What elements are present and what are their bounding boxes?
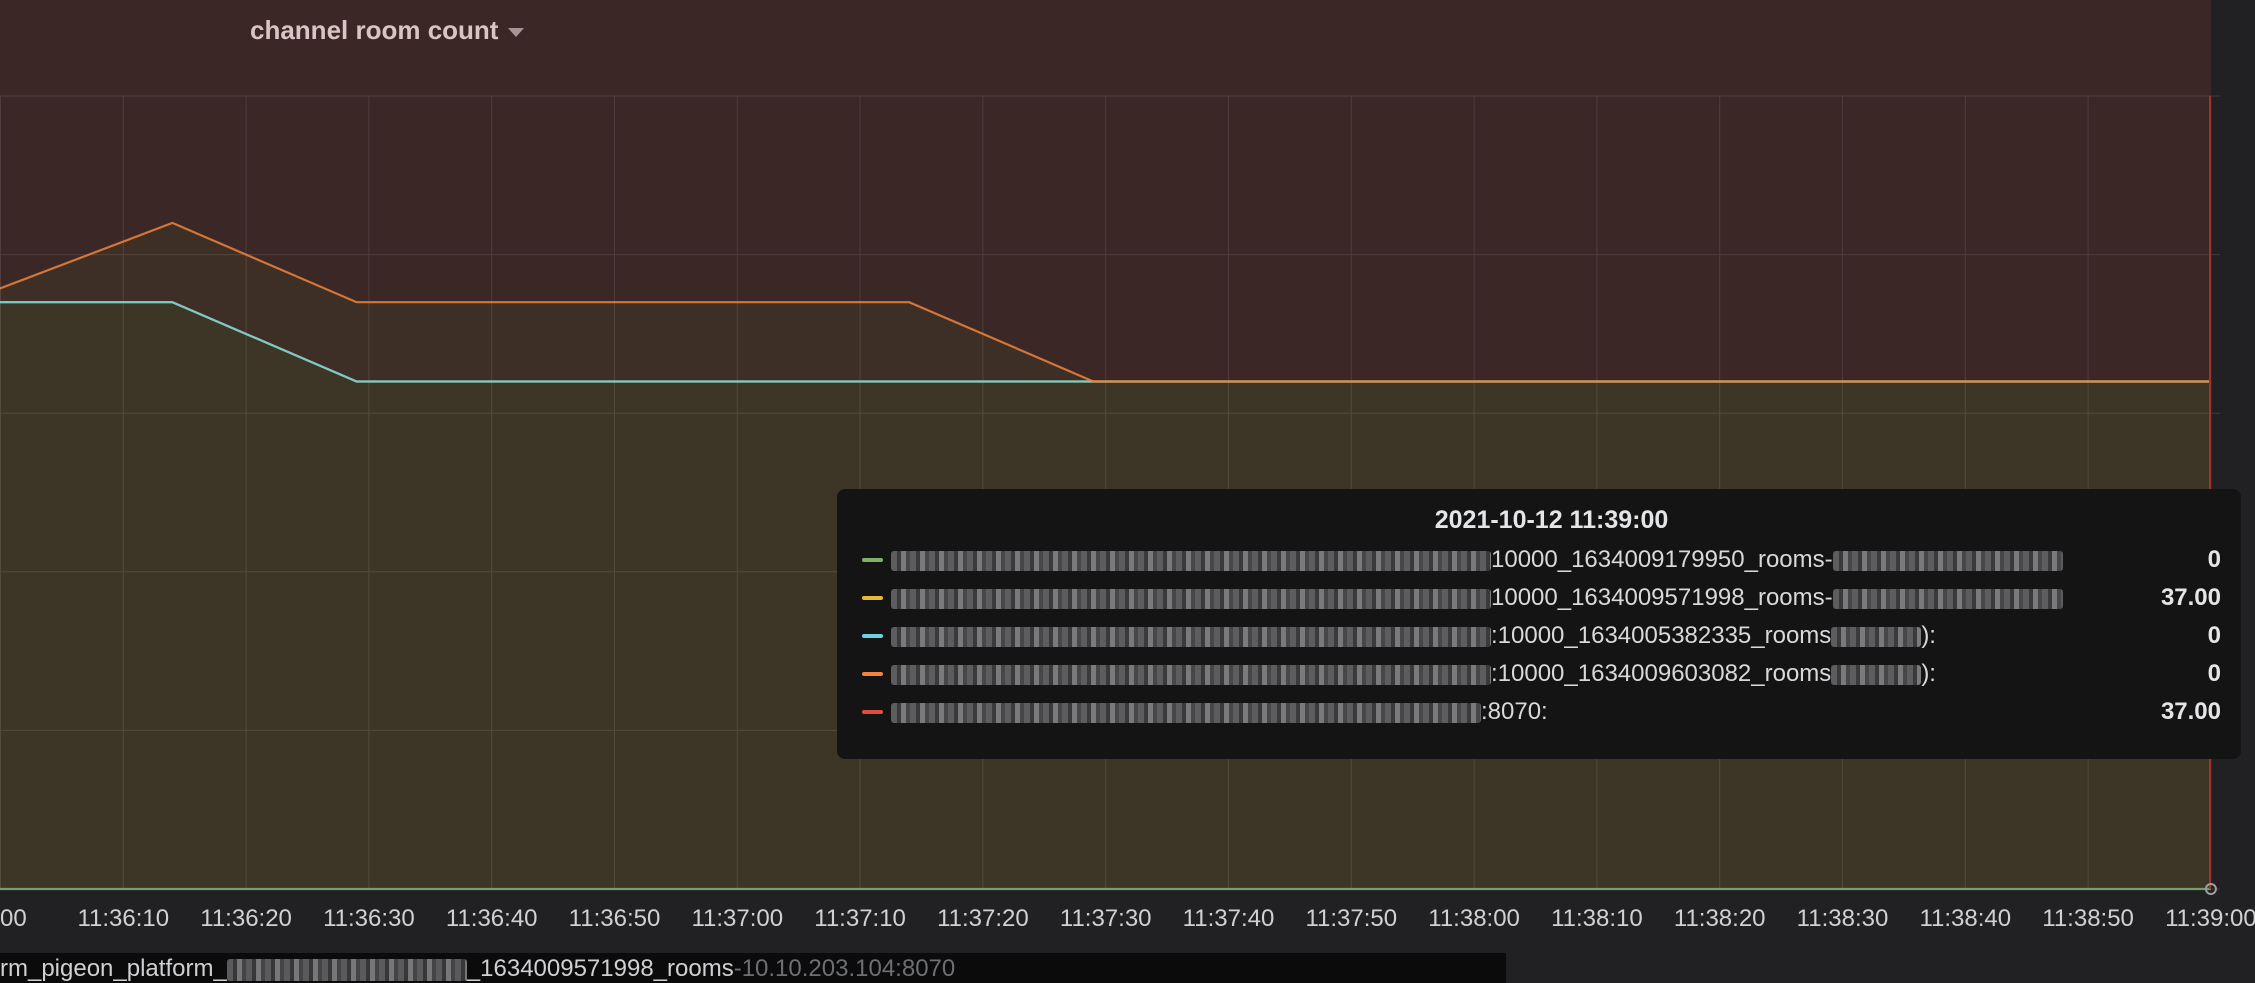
x-tick-label: 11:36:10 (77, 905, 169, 932)
tooltip-value: 37.00 (2160, 698, 2221, 725)
x-tick-label: 11:38:10 (1551, 905, 1643, 932)
time-series-chart[interactable]: 00 11:36:10 11:36:20 11:36:30 11:36:40 11:36:… (0, 0, 2255, 940)
hover-tooltip: 2021-10-12 11:39:00 10000_1634009179950_… (837, 489, 2241, 759)
x-tick-label: 11:37:50 (1305, 905, 1397, 932)
tooltip-series-name: :8070: (891, 698, 2101, 726)
tooltip-series-name: 10000_1634009571998_rooms- (891, 584, 2101, 612)
tooltip-value: 0 (2207, 660, 2221, 687)
tooltip-value: 37.00 (2160, 584, 2221, 611)
redacted-block (1831, 664, 1922, 685)
series-swatch (862, 596, 883, 600)
hover-label-part-b: _1634009571998_rooms (466, 955, 734, 982)
tooltip-series-suffix: ): (1921, 660, 1936, 687)
x-tick-label: 11:37:10 (814, 905, 906, 932)
tooltip-row: :8070: 37.00 (862, 693, 2221, 731)
tooltip-series-text: :10000_1634005382335_rooms (1491, 622, 1832, 649)
redacted-block (1832, 588, 2063, 609)
tooltip-row: :10000_1634009603082_rooms): 0 (862, 655, 2221, 693)
redacted-block (226, 958, 467, 981)
tooltip-series-text: 10000_1634009179950_rooms- (1491, 546, 1833, 573)
tooltip-series-name: :10000_1634009603082_rooms): (891, 660, 2101, 688)
redacted-block (891, 626, 1491, 647)
x-tick-label: 00 (0, 905, 27, 932)
tooltip-series-name: 10000_1634009179950_rooms- (891, 546, 2101, 574)
x-tick-label: 11:38:50 (2042, 905, 2134, 932)
redacted-block (1831, 626, 1922, 647)
tooltip-time: 2021-10-12 11:39:00 (1434, 506, 1669, 534)
x-tick-label: 11:37:00 (691, 905, 783, 932)
x-tick-label: 11:38:40 (1919, 905, 2011, 932)
series-swatch (862, 710, 883, 714)
x-tick-label: 11:37:30 (1060, 905, 1152, 932)
x-tick-label: 11:39:00 (2165, 905, 2255, 932)
series-swatch (862, 634, 883, 638)
x-tick-label: 11:38:00 (1428, 905, 1520, 932)
series-swatch (862, 558, 883, 562)
tooltip-series-suffix: ): (1921, 622, 1936, 649)
redacted-block (891, 702, 1481, 723)
x-tick-label: 11:38:20 (1674, 905, 1766, 932)
redacted-block (891, 664, 1491, 685)
x-tick-label: 11:36:30 (323, 905, 415, 932)
x-tick-label: 11:37:20 (937, 905, 1029, 932)
tooltip-row: :10000_1634005382335_rooms): 0 (862, 617, 2221, 655)
tooltip-row: 10000_1634009571998_rooms- 37.00 (862, 579, 2221, 617)
tooltip-row: 10000_1634009179950_rooms- 0 (862, 541, 2221, 579)
x-axis: 00 11:36:10 11:36:20 11:36:30 11:36:40 11:36:… (0, 905, 2255, 932)
hover-label-part-c: -10.10.203.104:8070 (733, 955, 956, 982)
tooltip-value: 0 (2207, 622, 2221, 649)
x-tick-label: 11:36:40 (446, 905, 538, 932)
tooltip-value: 0 (2207, 546, 2221, 573)
x-tick-label: 11:38:30 (1797, 905, 1889, 932)
x-tick-label: 11:37:40 (1183, 905, 1275, 932)
tooltip-series-text: 10000_1634009571998_rooms- (1491, 584, 1833, 611)
redacted-block (891, 588, 1491, 609)
x-tick-label: 11:36:20 (200, 905, 292, 932)
hover-label-part-a: rm_pigeon_platform_ (0, 955, 227, 982)
series-swatch (862, 672, 883, 676)
x-tick-label: 11:36:50 (569, 905, 661, 932)
tooltip-series-text: :10000_1634009603082_rooms (1491, 660, 1832, 687)
tooltip-series-text: :8070: (1481, 698, 1548, 725)
redacted-block (891, 550, 1491, 571)
redacted-block (1832, 550, 2063, 571)
hover-series-label: rm_pigeon_platform_ _1634009571998_rooms-… (0, 953, 1506, 983)
tooltip-series-name: :10000_1634005382335_rooms): (891, 622, 2101, 650)
tooltip-rows: 10000_1634009179950_rooms- 0 10000_1634009… (862, 541, 2221, 731)
